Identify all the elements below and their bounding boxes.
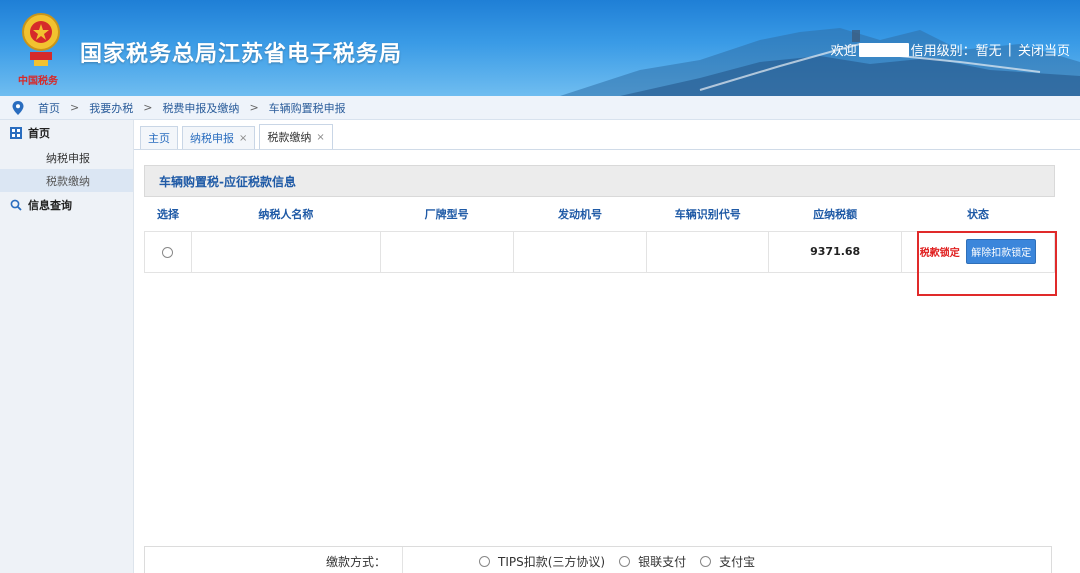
site-header: 中国税务 国家税务总局江苏省电子税务局 欢迎 信用级别：暂无 | 关闭当页 <box>0 0 1080 96</box>
tab-label: 税款缴纳 <box>267 131 312 144</box>
select-cell <box>144 230 192 273</box>
radio-unionpay[interactable] <box>619 555 631 567</box>
breadcrumb-vehicle-tax: 车辆购置税申报 <box>268 101 346 115</box>
column-header: 发动机号 <box>513 197 647 232</box>
tab-bar: 主页 纳税申报 × 税款缴纳 × <box>134 120 1080 150</box>
sidebar-item-tax-payment[interactable]: 税款缴纳 <box>0 169 133 192</box>
close-icon[interactable]: × <box>239 133 247 144</box>
search-icon <box>10 199 22 211</box>
welcome-text: 欢迎 <box>830 44 857 59</box>
model-cell <box>379 230 514 273</box>
breadcrumb-separator: > <box>70 101 80 114</box>
amount-cell: 9371.68 <box>768 230 903 273</box>
tab-tax-declaration[interactable]: 纳税申报 × <box>182 126 256 149</box>
payment-option-alipay[interactable]: 支付宝 <box>700 553 755 570</box>
close-icon[interactable]: × <box>316 132 324 143</box>
sidebar-item-tax-declaration[interactable]: 纳税申报 <box>0 146 133 169</box>
radio-alipay[interactable] <box>700 555 712 567</box>
breadcrumb-declaration[interactable]: 税费申报及缴纳 <box>162 100 239 116</box>
table-header-row: 选择 纳税人名称 厂牌型号 发动机号 车辆识别代号 应纳税额 状态 <box>144 197 1055 232</box>
payment-method-label: 缴款方式： <box>145 547 403 573</box>
breadcrumb-separator: > <box>143 101 153 114</box>
breadcrumb-tax-handling[interactable]: 我要办税 <box>89 100 133 116</box>
user-bar: 欢迎 信用级别：暂无 | 关闭当页 <box>831 40 1070 59</box>
payment-option-unionpay[interactable]: 银联支付 <box>619 553 686 570</box>
site-title: 国家税务总局江苏省电子税务局 <box>80 42 403 67</box>
sidebar-group-label: 信息查询 <box>28 199 72 212</box>
sidebar-group-home[interactable]: 首页 <box>0 120 133 146</box>
tab-home[interactable]: 主页 <box>140 126 178 149</box>
tab-tax-payment[interactable]: 税款缴纳 × <box>259 124 333 149</box>
close-page-link[interactable]: 关闭当页 <box>1018 40 1070 59</box>
panel-title: 车辆购置税-应征税款信息 <box>144 165 1055 197</box>
divider: | <box>1007 42 1012 57</box>
payment-options: TIPS扣款(三方协议) 银联支付 支付宝 <box>403 553 769 570</box>
tab-label: 主页 <box>148 132 170 145</box>
row-select-radio[interactable] <box>162 246 174 258</box>
breadcrumb: 首页 > 我要办税 > 税费申报及缴纳 > 车辆购置税申报 <box>0 96 1080 120</box>
location-pin-icon <box>12 100 24 115</box>
taxpayer-cell <box>190 230 381 273</box>
engine-cell <box>512 230 648 273</box>
emblem-caption: 中国税务 <box>18 76 58 87</box>
sidebar-group-info-query[interactable]: 信息查询 <box>0 192 133 218</box>
tab-label: 纳税申报 <box>190 132 234 145</box>
breadcrumb-home[interactable]: 首页 <box>38 100 60 116</box>
vin-cell <box>646 230 770 273</box>
credit-level: 信用级别：暂无 <box>910 44 1002 59</box>
option-label: 支付宝 <box>719 554 756 569</box>
option-label: TIPS扣款(三方协议) <box>498 554 606 569</box>
column-header: 车辆识别代号 <box>646 197 769 232</box>
column-header: 纳税人名称 <box>191 197 381 232</box>
option-label: 银联支付 <box>638 554 687 569</box>
breadcrumb-separator: > <box>249 101 259 114</box>
redacted-username <box>858 42 909 57</box>
column-header: 状态 <box>901 197 1055 232</box>
highlight-box <box>917 231 1057 296</box>
radio-tips[interactable] <box>479 555 490 567</box>
payment-option-tips[interactable]: TIPS扣款(三方协议) <box>479 553 605 570</box>
sidebar: 首页 纳税申报 税款缴纳 信息查询 <box>0 120 134 573</box>
payment-method-bar: 缴款方式： TIPS扣款(三方协议) 银联支付 支付宝 <box>144 546 1052 573</box>
column-header: 应纳税额 <box>768 197 902 232</box>
column-header: 厂牌型号 <box>380 197 514 232</box>
home-grid-icon <box>10 127 22 139</box>
column-header: 选择 <box>144 197 192 232</box>
sidebar-group-label: 首页 <box>28 127 50 140</box>
